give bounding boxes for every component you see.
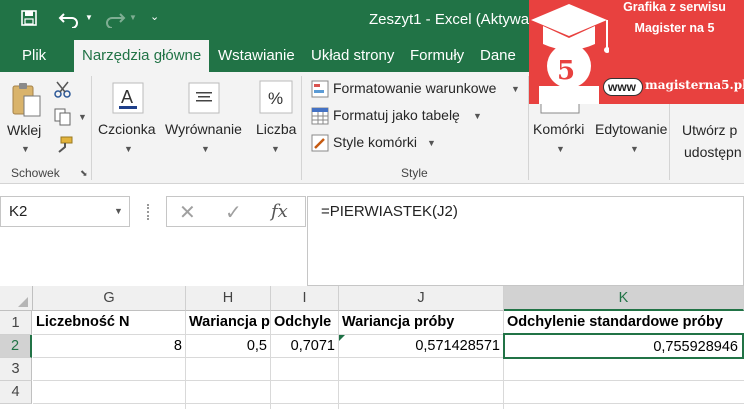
svg-text:%: % <box>268 89 283 108</box>
conditional-formatting-button[interactable]: Formatowanie warunkowe <box>333 80 496 96</box>
cell-h2[interactable]: 0,5 <box>189 335 267 358</box>
font-icon[interactable]: A <box>112 82 144 119</box>
number-icon[interactable]: % <box>259 80 293 119</box>
row-header-3[interactable]: 3 <box>0 358 32 381</box>
window-title: Zeszyt1 - Excel (Aktywac <box>369 11 537 28</box>
font-button[interactable]: Czcionka <box>98 121 156 137</box>
cut-icon[interactable] <box>54 80 72 103</box>
cell-k1[interactable]: Odchylenie standardowe próby <box>507 311 744 334</box>
clipboard-launcher-icon[interactable]: ⬊ <box>80 168 88 179</box>
paste-dropdown-icon[interactable]: ▼ <box>21 144 30 154</box>
number-button[interactable]: Liczba <box>256 121 296 137</box>
formula-bar-grip-icon[interactable] <box>147 204 151 220</box>
cell-g2[interactable]: 8 <box>36 335 182 358</box>
conditional-formatting-dropdown-icon[interactable]: ▼ <box>511 84 520 94</box>
share-button-line2[interactable]: udostępn <box>684 144 742 160</box>
cell-styles-dropdown-icon[interactable]: ▼ <box>427 138 436 148</box>
styles-group-label: Style <box>401 166 428 180</box>
cell-h1[interactable]: Wariancja p <box>189 311 270 334</box>
undo-dropdown-icon[interactable]: ▼ <box>85 13 93 22</box>
number-dropdown-icon[interactable]: ▼ <box>271 144 280 154</box>
cancel-icon[interactable]: ✕ <box>179 200 196 225</box>
tab-data[interactable]: Dane <box>472 40 524 72</box>
overlay-www-pill: www <box>603 78 643 96</box>
overlay-site: magisterna5.pl <box>645 78 744 92</box>
format-painter-icon[interactable] <box>55 136 73 159</box>
cell-j1[interactable]: Wariancja próby <box>342 311 503 334</box>
formula-bar-area: K2 ▼ ✕ ✓ fx =PIERWIASTEK(J2) <box>0 184 744 286</box>
row-header-4[interactable]: 4 <box>0 381 32 404</box>
tab-home[interactable]: Narzędzia główne <box>74 40 210 72</box>
column-header-g[interactable]: G <box>33 286 186 311</box>
clipboard-group-label: Schowek <box>11 166 60 180</box>
name-box[interactable]: K2 ▼ <box>0 196 130 227</box>
name-box-value: K2 <box>9 203 28 220</box>
select-all-corner[interactable] <box>0 286 33 311</box>
alignment-dropdown-icon[interactable]: ▼ <box>201 144 210 154</box>
cell-g1[interactable]: Liczebność N <box>36 311 185 334</box>
customize-qat-icon[interactable]: ⌄ <box>150 10 159 23</box>
conditional-formatting-icon[interactable] <box>311 80 329 103</box>
svg-text:A: A <box>121 87 133 107</box>
tab-page-layout[interactable]: Układ strony <box>303 40 402 72</box>
overlay-line1: Grafika z serwisu <box>623 0 726 14</box>
column-header-j[interactable]: J <box>339 286 504 311</box>
enter-icon[interactable]: ✓ <box>225 200 242 225</box>
copy-icon[interactable] <box>54 108 74 131</box>
overlay-badge: 5 <box>557 56 576 86</box>
column-header-k[interactable]: K <box>504 286 744 311</box>
row-header-1[interactable]: 1 <box>0 311 32 335</box>
row-header-2[interactable]: 2 <box>0 335 32 358</box>
overlay-line2: Magister na 5 <box>634 21 715 35</box>
cells-dropdown-icon[interactable]: ▼ <box>556 144 565 154</box>
formula-input[interactable]: =PIERWIASTEK(J2) <box>307 196 744 286</box>
redo-dropdown-icon: ▼ <box>129 13 137 22</box>
cell-k2-selected[interactable]: 0,755928946 <box>503 333 744 359</box>
paste-icon[interactable] <box>10 82 42 123</box>
alignment-icon[interactable] <box>188 82 220 119</box>
share-button-line1[interactable]: Utwórz p <box>682 122 737 138</box>
cell-styles-button[interactable]: Style komórki <box>333 134 417 150</box>
format-as-table-icon[interactable] <box>311 107 329 130</box>
redo-icon <box>102 8 126 32</box>
column-header-h[interactable]: H <box>186 286 271 311</box>
tab-insert[interactable]: Wstawianie <box>210 40 303 72</box>
tab-formulas[interactable]: Formuły <box>402 40 472 72</box>
formula-text: =PIERWIASTEK(J2) <box>321 203 458 220</box>
column-header-i[interactable]: I <box>271 286 339 311</box>
format-as-table-dropdown-icon[interactable]: ▼ <box>473 111 482 121</box>
alignment-button[interactable]: Wyrównanie <box>165 121 242 137</box>
format-as-table-button[interactable]: Formatuj jako tabelę <box>333 107 460 123</box>
insert-function-icon[interactable]: fx <box>271 201 288 222</box>
tab-file[interactable]: Plik <box>14 40 54 72</box>
paste-button[interactable]: Wklej <box>7 122 41 138</box>
graduate-logo <box>531 4 609 104</box>
cells-button[interactable]: Komórki <box>533 121 584 137</box>
watermark-overlay: 5 Grafika z serwisu Magister na 5 www ma… <box>529 0 744 104</box>
name-box-dropdown-icon[interactable]: ▼ <box>114 206 123 216</box>
cell-i2[interactable]: 0,7071 <box>274 335 335 358</box>
save-icon[interactable] <box>20 9 38 31</box>
undo-icon[interactable] <box>58 8 82 32</box>
font-dropdown-icon[interactable]: ▼ <box>124 144 133 154</box>
editing-button[interactable]: Edytowanie <box>595 121 667 137</box>
cell-styles-icon[interactable] <box>311 134 329 157</box>
cell-i1[interactable]: Odchyle <box>274 311 338 334</box>
overlay-www: www <box>608 80 637 94</box>
cell-j2[interactable]: 0,571428571 <box>342 335 500 358</box>
formula-controls: ✕ ✓ fx <box>166 196 306 227</box>
copy-dropdown-icon[interactable]: ▼ <box>78 112 87 122</box>
editing-dropdown-icon[interactable]: ▼ <box>630 144 639 154</box>
